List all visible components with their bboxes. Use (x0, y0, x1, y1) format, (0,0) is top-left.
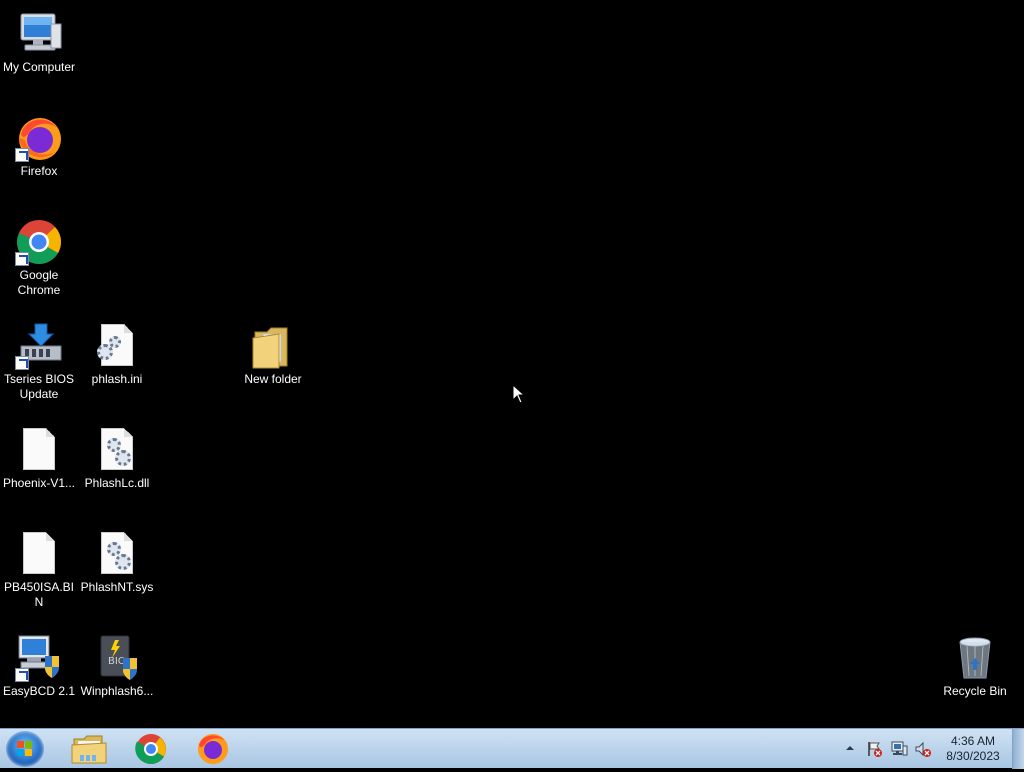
shortcut-arrow-icon (15, 148, 29, 162)
winphlash-app-icon: BIO (93, 634, 141, 682)
volume-muted-icon (915, 741, 931, 757)
network-icon (891, 741, 908, 756)
desktop-icon-phlash-ini[interactable]: phlash.ini (78, 314, 156, 410)
desktop-icon-label: phlash.ini (91, 372, 143, 386)
desktop-icon-easybcd[interactable]: EasyBCD 2.1 (0, 626, 78, 722)
desktop-icon-new-folder[interactable]: New folder (234, 314, 312, 410)
desktop-icon-label: PhlashNT.sys (80, 580, 154, 594)
folder-icon (249, 322, 297, 370)
windows-logo-icon (17, 741, 33, 757)
desktop-icon-label: Recycle Bin (943, 684, 1007, 698)
taskbar-chrome-button[interactable] (125, 731, 177, 767)
mouse-cursor-icon (512, 383, 526, 409)
desktop-icon-label: PhlashLc.dll (84, 476, 150, 490)
firefox-icon (198, 734, 228, 764)
start-button[interactable] (6, 731, 44, 767)
shortcut-arrow-icon (15, 252, 29, 266)
settings-file-icon (93, 322, 141, 370)
chrome-icon (135, 734, 166, 765)
show-desktop-button[interactable] (1012, 729, 1024, 769)
desktop-icon-label: Firefox (20, 164, 58, 178)
taskbar-firefox-button[interactable] (187, 731, 239, 767)
desktop-icon-pb450isa-bin[interactable]: PB450ISA.BIN (0, 522, 78, 618)
desktop-icon-label: Phoenix-V1... (2, 476, 76, 490)
action-center-flag-icon (868, 742, 882, 757)
dll-file-icon (93, 426, 141, 474)
desktop-icon-firefox[interactable]: Firefox (0, 106, 78, 202)
computer-icon (15, 10, 63, 58)
taskbar-windows-explorer-button[interactable] (64, 731, 116, 767)
taskbar: 4:36 AM 8/30/2023 (0, 728, 1024, 769)
desktop-icon-label: New folder (244, 372, 302, 386)
shortcut-arrow-icon (15, 356, 29, 370)
desktop-icon-phlashnt-sys[interactable]: PhlashNT.sys (78, 522, 156, 618)
network-button[interactable] (890, 740, 908, 758)
system-file-icon (93, 530, 141, 578)
desktop-icon-label: EasyBCD 2.1 (2, 684, 76, 698)
clock-time: 4:36 AM (950, 734, 996, 748)
desktop-icon-phoenix-v1[interactable]: Phoenix-V1... (0, 418, 78, 514)
desktop-icon-google-chrome[interactable]: Google Chrome (0, 210, 78, 306)
desktop-icon-label: Google Chrome (17, 268, 61, 297)
chrome-icon (15, 218, 63, 266)
volume-button[interactable] (914, 740, 932, 758)
desktop-icon-label: My Computer (2, 60, 76, 74)
desktop-icon-label: Tseries BIOS Update (3, 372, 75, 401)
desktop-icon-label: Winphlash6... (80, 684, 154, 698)
windows-explorer-icon (71, 735, 107, 764)
blank-file-icon (15, 426, 63, 474)
shortcut-arrow-icon (15, 668, 29, 682)
blank-file-icon (15, 530, 63, 578)
clock-date: 8/30/2023 (946, 749, 1000, 763)
bios-update-icon (15, 322, 63, 370)
system-clock[interactable]: 4:36 AM 8/30/2023 (938, 734, 1008, 764)
desktop-icon-recycle-bin[interactable]: Recycle Bin (936, 626, 1014, 722)
desktop-icon-winphlash6[interactable]: BIO Winphlash6... (78, 626, 156, 722)
show-hidden-icons-button[interactable] (843, 741, 857, 755)
chevron-up-icon (846, 746, 854, 750)
desktop-icon-my-computer[interactable]: My Computer (0, 2, 78, 98)
desktop-icon-tseries-bios-update[interactable]: Tseries BIOS Update (0, 314, 78, 410)
firefox-icon (15, 114, 63, 162)
desktop-icon-phlashlc-dll[interactable]: PhlashLc.dll (78, 418, 156, 514)
action-center-button[interactable] (866, 740, 884, 758)
easybcd-icon (15, 634, 63, 682)
desktop-icon-label: PB450ISA.BIN (3, 580, 75, 609)
recycle-bin-icon (951, 634, 999, 682)
